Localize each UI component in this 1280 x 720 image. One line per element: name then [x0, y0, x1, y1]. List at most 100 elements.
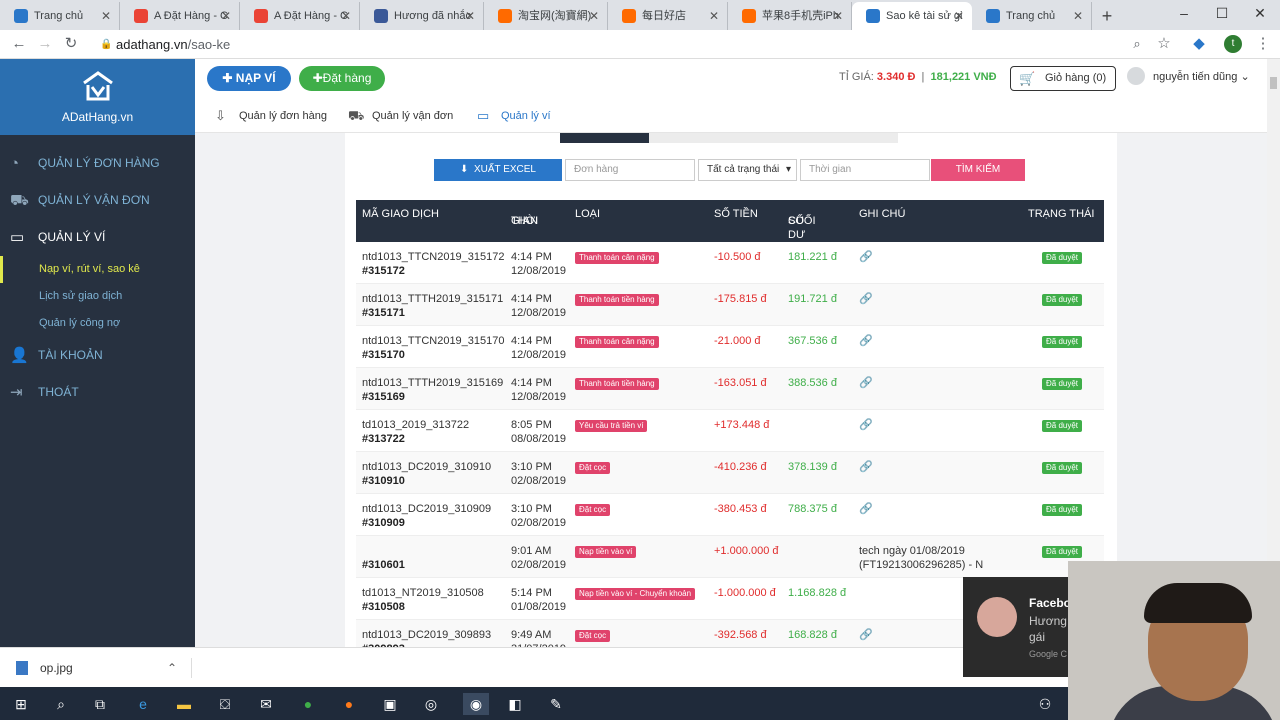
download-item[interactable]: op.jpg ⌃: [16, 658, 192, 678]
task-view-icon[interactable]: ⧉: [89, 693, 111, 715]
time-input[interactable]: Thời gian: [800, 159, 930, 181]
top-up-wallet-button[interactable]: ✚ NẠP VÍ: [207, 66, 291, 91]
table-row[interactable]: ntd1013_TTCN2019_315172 #315172 4:14 PM 12/…: [356, 242, 1104, 284]
table-row[interactable]: ntd1013_DC2019_310910 #310910 3:10 PM 02/08…: [356, 452, 1104, 494]
transaction-code-cell: ntd1013_TTTH2019_315171 #315171: [362, 292, 503, 320]
sidebar-item-account[interactable]: 👤 TÀI KHOẢN: [0, 337, 195, 374]
type-badge: Đặt cọc: [575, 504, 611, 516]
close-window-button[interactable]: ✕: [1242, 0, 1278, 28]
browser-tab[interactable]: A Đặt Hàng - C ✕: [120, 2, 240, 30]
transaction-date: 08/08/2019: [511, 433, 567, 445]
user-menu[interactable]: nguyễn tiến dũng ⌄: [1127, 67, 1250, 85]
link-icon[interactable]: 🔗: [859, 503, 873, 515]
file-explorer-icon[interactable]: ▬: [173, 693, 195, 715]
link-icon[interactable]: 🔗: [859, 293, 873, 305]
sidebar-item-shipping[interactable]: ⛟ QUẢN LÝ VẬN ĐƠN: [0, 182, 195, 219]
facebook-notification[interactable]: Facebo Hương gái Google C: [963, 577, 1073, 677]
back-icon[interactable]: ←: [8, 33, 30, 55]
browser-tab[interactable]: 苹果8手机壳iPh ✕: [728, 2, 852, 30]
sidebar-subitem-history[interactable]: Lịch sử giao dịch: [0, 283, 195, 310]
search-button[interactable]: TÌM KIẾM: [931, 159, 1025, 181]
paint-icon[interactable]: ✎: [545, 693, 567, 715]
close-tab-icon[interactable]: ✕: [589, 2, 599, 30]
cart-button[interactable]: 🛒 Giỏ hàng (0): [1010, 66, 1116, 91]
link-icon[interactable]: 🔗: [859, 251, 873, 263]
link-icon[interactable]: 🔗: [859, 377, 873, 389]
order-search-input[interactable]: Đơn hàng: [565, 159, 695, 181]
edge-icon[interactable]: e: [132, 693, 154, 715]
close-tab-icon[interactable]: ✕: [1073, 2, 1083, 30]
firefox-icon[interactable]: ●: [338, 693, 360, 715]
minimize-button[interactable]: –: [1166, 0, 1202, 28]
status-badge: Đã duyệt: [1042, 294, 1083, 306]
app-window-icon[interactable]: ◧: [504, 693, 526, 715]
store-icon[interactable]: ⛋: [214, 693, 236, 715]
webcam-overlay: [1068, 561, 1280, 720]
windows-start-icon[interactable]: ⊞: [10, 693, 32, 715]
table-row[interactable]: ntd1013_TTTH2019_315171 #315171 4:14 PM 12/…: [356, 284, 1104, 326]
browser-tab[interactable]: Hương đã nhắc ✕: [360, 2, 484, 30]
photos-icon[interactable]: ▣: [379, 693, 401, 715]
link-icon[interactable]: 🔗: [859, 335, 873, 347]
profile-avatar[interactable]: t: [1224, 35, 1242, 53]
app-circle-icon[interactable]: ◎: [420, 693, 442, 715]
link-icon[interactable]: 🔗: [859, 461, 873, 473]
sidebar-subitem-topup[interactable]: Nạp ví, rút ví, sao kê: [0, 256, 195, 283]
transaction-time: 3:10 PM: [511, 461, 552, 473]
amount-cell: +1.000.000 đ: [714, 545, 779, 557]
subnav-shipping[interactable]: ⛟ Quản lý vận đơn: [348, 99, 453, 133]
people-icon[interactable]: ⚇: [1034, 693, 1056, 715]
maximize-button[interactable]: ☐: [1204, 0, 1240, 28]
zoom-icon[interactable]: ⌕: [1126, 33, 1148, 55]
table-row[interactable]: #310601 9:01 AM 02/08/2019 Nạp tiền vào ví +…: [356, 536, 1104, 578]
scroll-thumb[interactable]: [1270, 77, 1277, 89]
close-tab-icon[interactable]: ✕: [341, 2, 351, 30]
browser-tab[interactable]: 每日好店 ✕: [608, 2, 728, 30]
link-icon[interactable]: 🔗: [859, 419, 873, 431]
note-cell: tech ngày 01/08/2019 (FT19213006296285) …: [859, 544, 1019, 572]
close-tab-icon[interactable]: ✕: [833, 2, 843, 30]
browser-tab[interactable]: Trang chủ ✕: [0, 2, 120, 30]
browser-tab[interactable]: Sao kê tài sử gi ✕: [852, 2, 972, 30]
link-icon[interactable]: 🔗: [859, 629, 873, 641]
bookmark-star-icon[interactable]: ☆: [1153, 33, 1175, 55]
close-tab-icon[interactable]: ✕: [709, 2, 719, 30]
close-tab-icon[interactable]: ✕: [221, 2, 231, 30]
sidebar-item-logout[interactable]: ⇥ THOÁT: [0, 374, 195, 411]
search-icon[interactable]: ⌕: [50, 693, 72, 715]
new-tab-button[interactable]: +: [1092, 2, 1122, 30]
close-tab-icon[interactable]: ✕: [465, 2, 475, 30]
mail-icon[interactable]: ✉: [255, 693, 277, 715]
browser-tab[interactable]: A Đặt Hàng - C ✕: [240, 2, 360, 30]
table-row[interactable]: ntd1013_DC2019_310909 #310909 3:10 PM 02/08…: [356, 494, 1104, 536]
subnav-orders[interactable]: ⇩ Quản lý đơn hàng: [215, 99, 327, 133]
url-field[interactable]: 🔒 adathang.vn/sao-ke: [96, 34, 1176, 56]
table-row[interactable]: td1013_2019_313722 #313722 8:05 PM 08/08/20…: [356, 410, 1104, 452]
export-excel-button[interactable]: ⬇ XUẤT EXCEL: [434, 159, 562, 181]
forward-icon[interactable]: →: [34, 33, 56, 55]
close-tab-icon[interactable]: ✕: [954, 2, 964, 30]
browser-tab[interactable]: 淘宝网(淘寶網) ✕: [484, 2, 608, 30]
page-scrollbar[interactable]: [1267, 59, 1280, 647]
extension-icon[interactable]: ◆: [1188, 33, 1210, 55]
transaction-date: 12/08/2019: [511, 265, 567, 277]
logo[interactable]: ADatHang.vn: [0, 59, 195, 135]
app-green-icon[interactable]: ●: [297, 693, 319, 715]
sidebar-subitem-debt[interactable]: Quản lý công nợ: [0, 310, 195, 337]
close-tab-icon[interactable]: ✕: [101, 2, 111, 30]
browser-tab[interactable]: Trang chủ ✕: [972, 2, 1092, 30]
sidebar-item-wallet[interactable]: ▭ QUẢN LÝ VÍ: [0, 219, 195, 256]
place-order-button[interactable]: ✚Đặt hàng: [299, 66, 385, 91]
chrome-icon[interactable]: ◉: [463, 693, 489, 715]
transaction-code-cell: ntd1013_DC2019_310910 #310910: [362, 460, 491, 488]
reload-icon[interactable]: ↻: [60, 33, 82, 55]
transaction-code-cell: ntd1013_TTCN2019_315172 #315172: [362, 250, 505, 278]
menu-icon[interactable]: ⋮: [1252, 33, 1274, 55]
status-select[interactable]: Tất cả trạng thái ▾: [698, 159, 797, 181]
subnav-wallet[interactable]: ▭ Quản lý ví: [477, 99, 551, 133]
sidebar-item-orders[interactable]: ◔ QUẢN LÝ ĐƠN HÀNG: [0, 145, 195, 182]
table-row[interactable]: ntd1013_TTCN2019_315170 #315170 4:14 PM 12/…: [356, 326, 1104, 368]
chevron-up-icon[interactable]: ⌃: [167, 658, 177, 678]
favicon-icon: [498, 9, 512, 23]
table-row[interactable]: ntd1013_TTTH2019_315169 #315169 4:14 PM 12/…: [356, 368, 1104, 410]
